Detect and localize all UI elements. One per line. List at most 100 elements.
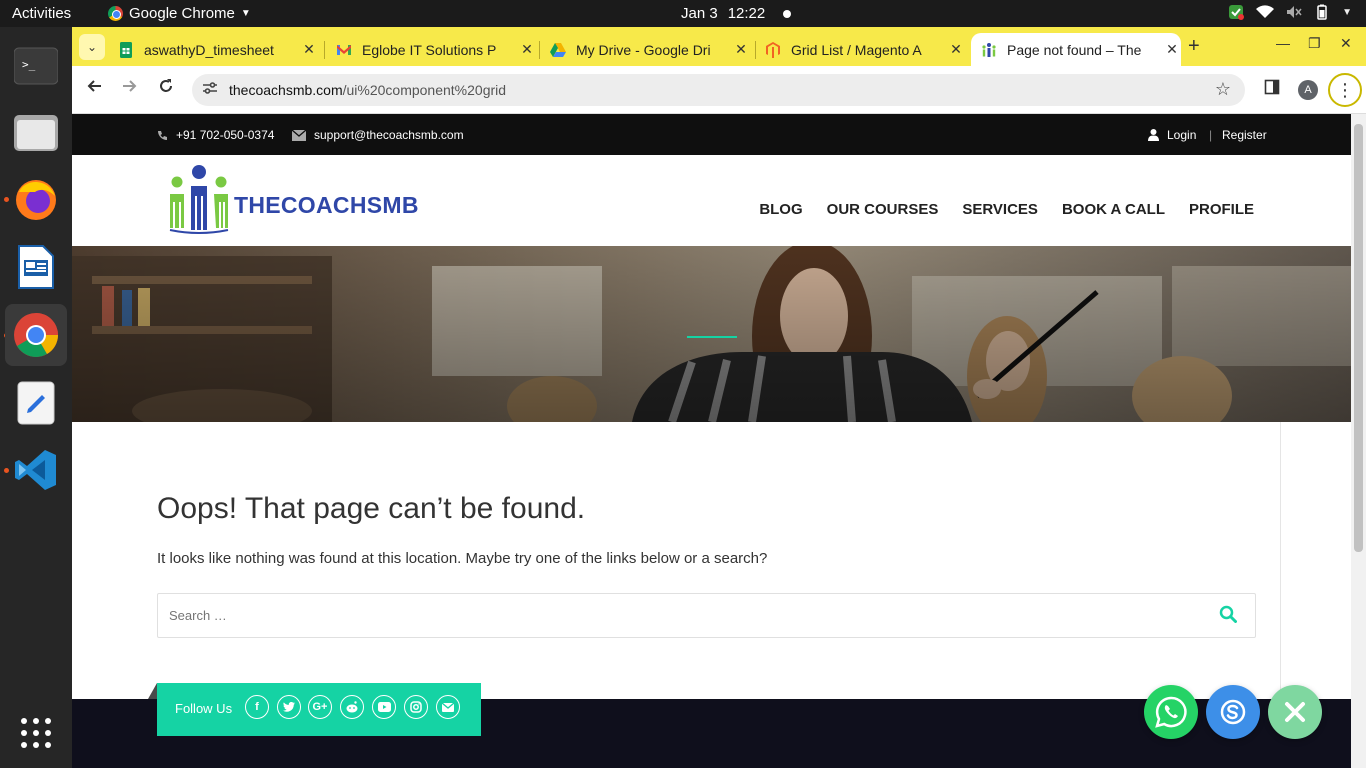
profile-avatar[interactable]: A xyxy=(1298,80,1318,100)
chevron-down-icon: ▼ xyxy=(240,8,251,19)
logo-figures-icon xyxy=(169,165,229,234)
tab-gmail[interactable]: Eglobe IT Solutions P ✕ xyxy=(326,33,536,66)
phone-link[interactable]: +91 702-050-0374 xyxy=(157,128,274,142)
text-editor-icon xyxy=(17,381,55,425)
system-tray[interactable]: ▼ xyxy=(1228,4,1352,20)
login-label: Login xyxy=(1167,128,1197,142)
email-link[interactable]: support@thecoachsmb.com xyxy=(292,128,464,142)
email-address: support@thecoachsmb.com xyxy=(314,128,464,142)
search-button[interactable] xyxy=(1219,605,1239,625)
tab-page-not-found[interactable]: Page not found – The ✕ xyxy=(971,33,1181,66)
search-icon xyxy=(1219,605,1237,623)
clock[interactable]: Jan 3 12:22 xyxy=(681,5,792,22)
dock: >_ xyxy=(0,27,72,768)
notification-dot-icon xyxy=(783,9,792,18)
instagram-icon[interactable] xyxy=(404,695,428,719)
chrome-menu-button[interactable]: ⋮ xyxy=(1328,73,1362,107)
login-link[interactable]: Login xyxy=(1148,128,1196,142)
show-apps-button[interactable] xyxy=(13,710,59,756)
phone-icon xyxy=(158,130,167,140)
thecoachsmb-favicon xyxy=(982,42,996,57)
skype-button[interactable] xyxy=(1206,685,1260,739)
tab-timesheet[interactable]: aswathyD_timesheet ✕ xyxy=(108,33,318,66)
tab-search-button[interactable]: ⌄ xyxy=(79,34,105,60)
tab-magento[interactable]: Grid List / Magento A ✕ xyxy=(755,33,965,66)
forward-button[interactable] xyxy=(122,78,138,99)
youtube-icon[interactable] xyxy=(372,695,396,719)
reload-button[interactable] xyxy=(158,78,174,99)
minimize-button[interactable]: — xyxy=(1276,35,1290,51)
register-link[interactable]: Register xyxy=(1222,128,1267,142)
tab-strip: ⌄ aswathyD_timesheet ✕ Eglobe IT Solutio… xyxy=(72,27,1366,66)
skype-icon xyxy=(1220,699,1246,725)
site-info-icon[interactable] xyxy=(202,81,218,98)
logo-text: THECOACHSMB xyxy=(234,192,419,218)
side-panel-button[interactable] xyxy=(1264,79,1280,100)
files-launcher[interactable] xyxy=(13,109,59,155)
phone-number: +91 702-050-0374 xyxy=(176,128,275,142)
forward-arrow-icon xyxy=(123,80,137,92)
close-fab-button[interactable] xyxy=(1268,685,1322,739)
close-icon[interactable]: ✕ xyxy=(947,41,965,58)
vscode-launcher[interactable] xyxy=(13,447,59,493)
close-window-button[interactable]: ✕ xyxy=(1340,35,1352,52)
terminal-launcher[interactable]: >_ xyxy=(13,43,59,89)
firefox-icon xyxy=(16,180,56,220)
chrome-launcher[interactable] xyxy=(5,304,67,366)
activities-button[interactable]: Activities xyxy=(12,5,71,22)
close-icon[interactable]: ✕ xyxy=(518,41,536,58)
url-text: thecoachsmb.com/ui%20component%20grid xyxy=(229,82,506,98)
libreoffice-impress-icon xyxy=(18,245,54,289)
impress-launcher[interactable] xyxy=(13,244,59,290)
chevron-down-icon: ⌄ xyxy=(86,40,98,54)
firefox-launcher[interactable] xyxy=(13,176,59,222)
svg-text:>_: >_ xyxy=(22,58,36,71)
nav-item-book-a-call[interactable]: BOOK A CALL xyxy=(1062,201,1165,218)
close-icon[interactable]: ✕ xyxy=(1163,41,1181,58)
nav-item-blog[interactable]: BLOG xyxy=(759,201,802,218)
new-tab-button[interactable]: + xyxy=(1188,35,1200,58)
address-bar[interactable]: thecoachsmb.com/ui%20component%20grid ☆ xyxy=(192,74,1245,106)
side-panel-icon xyxy=(1264,79,1280,95)
page-scrollbar[interactable] xyxy=(1351,114,1366,768)
classroom-photo xyxy=(72,246,1351,422)
google-plus-icon[interactable]: G+ xyxy=(308,695,332,719)
nav-item-our-courses[interactable]: OUR COURSES xyxy=(827,201,939,218)
site-logo[interactable]: THECOACHSMB xyxy=(168,164,418,234)
close-icon xyxy=(1285,702,1305,722)
separator: | xyxy=(1209,128,1213,142)
app-menu[interactable]: Google Chrome ▼ xyxy=(108,5,251,22)
tab-title: Eglobe IT Solutions P xyxy=(362,41,497,58)
chrome-icon xyxy=(108,6,123,21)
browser-window: ⌄ aswathyD_timesheet ✕ Eglobe IT Solutio… xyxy=(72,27,1366,768)
back-button[interactable] xyxy=(86,78,102,99)
volume-muted-icon xyxy=(1287,6,1302,18)
tab-title: aswathyD_timesheet xyxy=(144,41,274,58)
google-sheets-icon xyxy=(120,41,132,58)
close-icon[interactable]: ✕ xyxy=(732,41,750,58)
follow-us-label: Follow Us xyxy=(175,701,233,716)
whatsapp-button[interactable] xyxy=(1144,685,1198,739)
reddit-icon[interactable] xyxy=(340,695,364,719)
back-arrow-icon xyxy=(87,80,101,92)
nav-item-profile[interactable]: PROFILE xyxy=(1189,201,1254,218)
browser-toolbar: thecoachsmb.com/ui%20component%20grid ☆ … xyxy=(72,66,1366,114)
wifi-icon xyxy=(1256,5,1275,19)
restore-button[interactable]: ❐ xyxy=(1308,35,1321,52)
search-input[interactable] xyxy=(158,594,1198,637)
nav-item-services[interactable]: SERVICES xyxy=(962,201,1038,218)
scrollbar-thumb[interactable] xyxy=(1354,124,1363,552)
close-icon[interactable]: ✕ xyxy=(300,41,318,58)
facebook-icon[interactable]: f xyxy=(245,695,269,719)
tab-google-drive[interactable]: My Drive - Google Dri ✕ xyxy=(540,33,750,66)
app-grid-icon xyxy=(21,718,51,748)
bookmark-star-icon[interactable]: ☆ xyxy=(1215,79,1231,100)
email-icon[interactable] xyxy=(436,695,460,719)
text-editor-launcher[interactable] xyxy=(13,380,59,426)
main-navigation: BLOG OUR COURSES SERVICES BOOK A CALL PR… xyxy=(759,201,1254,218)
twitter-icon[interactable] xyxy=(277,695,301,719)
date: Jan 3 xyxy=(681,5,718,22)
running-indicator xyxy=(4,468,9,473)
magento-icon xyxy=(766,41,780,58)
main-content: Oops! That page can’t be found. It looks… xyxy=(72,422,1351,699)
